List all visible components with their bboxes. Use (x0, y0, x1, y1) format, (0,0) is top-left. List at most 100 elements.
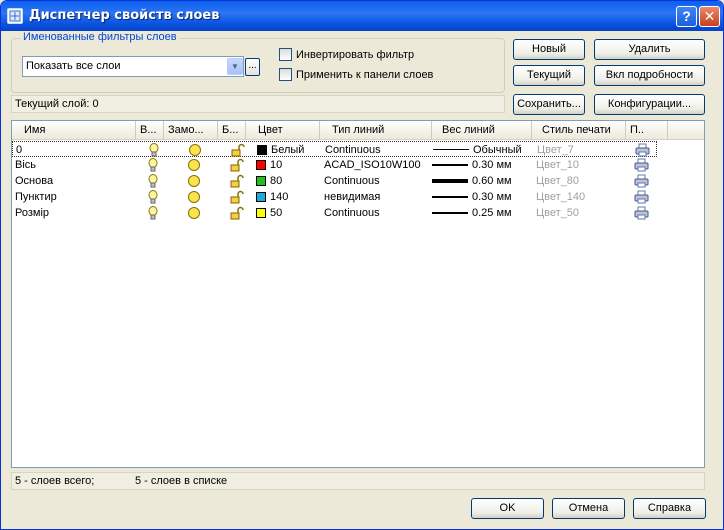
title-bar[interactable]: Диспетчер свойств слоев ? ✕ (1, 1, 723, 31)
listed-layers-text: 5 - слоев в списке (135, 475, 228, 487)
apply-to-toolbar-checkbox[interactable]: Применить к панели слоев (279, 68, 433, 81)
set-current-button[interactable]: Текущий (513, 65, 585, 86)
lineweight-sample (432, 179, 468, 183)
col-lock[interactable]: Б... (218, 121, 246, 140)
color-swatch[interactable] (256, 160, 266, 170)
col-linetype[interactable]: Тип линий (320, 121, 432, 140)
linetype[interactable]: Continuous (324, 206, 380, 220)
color-swatch[interactable] (256, 208, 266, 218)
layer-row[interactable]: Вісь 10 ACAD_ISO10W100 0.30 мм Цвет_10 (12, 157, 704, 173)
plot-style: Цвет_140 (536, 191, 586, 203)
lineweight-sample (432, 164, 468, 166)
help-title-button[interactable]: ? (676, 6, 697, 27)
linetype[interactable]: Continuous (325, 143, 381, 157)
lightbulb-on-icon[interactable] (148, 158, 158, 172)
layer-row[interactable]: Основа 80 Continuous 0.60 мм Цвет_80 (12, 173, 704, 189)
window-title: Диспетчер свойств слоев (29, 8, 220, 23)
thaw-sun-icon[interactable] (188, 207, 200, 219)
layer-row[interactable]: Розмір 50 Continuous 0.25 мм Цвет_50 (12, 205, 704, 221)
layer-list[interactable]: Имя В... Замо... Б... Цвет Тип линий Вес… (11, 120, 705, 468)
lineweight-value[interactable]: 0.60 мм (472, 174, 512, 188)
plot-style: Цвет_80 (536, 175, 580, 187)
save-state-button[interactable]: Сохранить... (513, 94, 585, 115)
color-name[interactable]: 50 (270, 206, 282, 220)
ok-button[interactable]: OK (471, 498, 544, 519)
lightbulb-on-icon[interactable] (148, 206, 158, 220)
printer-icon[interactable] (634, 190, 650, 204)
invert-filter-label: Инвертировать фильтр (296, 48, 415, 61)
unlocked-lock-icon[interactable] (231, 143, 245, 157)
lightbulb-on-icon[interactable] (148, 190, 158, 204)
unlocked-lock-icon[interactable] (230, 174, 244, 188)
col-name[interactable]: Имя (12, 121, 136, 140)
lineweight-sample (432, 212, 468, 214)
col-plot-style[interactable]: Стиль печати (532, 121, 626, 140)
new-layer-button[interactable]: Новый (513, 39, 585, 60)
layer-name[interactable]: Розмір (15, 206, 49, 220)
layer-count-bar: 5 - слоев всего; 5 - слоев в списке (11, 472, 705, 490)
filter-combobox-value: Показать все слои (26, 60, 121, 72)
named-filters-title: Именованные фильтры слоев (21, 31, 179, 43)
help-button[interactable]: Справка (633, 498, 706, 519)
layer-name[interactable]: Основа (15, 174, 53, 188)
close-button[interactable]: ✕ (699, 6, 720, 27)
layer-row[interactable]: 0 Белый Continuous Обычный Цвет_7 (12, 141, 657, 157)
col-plot[interactable]: П.. (626, 121, 668, 140)
lineweight-value[interactable]: Обычный (473, 143, 522, 157)
lineweight-value[interactable]: 0.30 мм (472, 190, 512, 204)
color-swatch[interactable] (256, 192, 266, 202)
color-swatch[interactable] (256, 176, 266, 186)
unlocked-lock-icon[interactable] (230, 190, 244, 204)
apply-to-toolbar-label: Применить к панели слоев (296, 68, 434, 81)
thaw-sun-icon[interactable] (189, 144, 201, 156)
linetype[interactable]: невидимая (324, 190, 380, 204)
lineweight-value[interactable]: 0.30 мм (472, 158, 512, 172)
linetype[interactable]: ACAD_ISO10W100 (324, 158, 421, 172)
layer-name[interactable]: 0 (16, 143, 22, 157)
printer-icon[interactable] (634, 158, 650, 172)
invert-filter-checkbox[interactable]: Инвертировать фильтр (279, 48, 414, 61)
printer-icon[interactable] (634, 206, 650, 220)
col-lineweight[interactable]: Вес линий (432, 121, 532, 140)
current-layer-bar: Текущий слой: 0 (11, 95, 505, 113)
col-freeze[interactable]: Замо... (164, 121, 218, 140)
show-details-button[interactable]: Вкл подробности (594, 65, 705, 86)
lineweight-sample (432, 196, 468, 198)
thaw-sun-icon[interactable] (188, 159, 200, 171)
printer-icon[interactable] (635, 143, 651, 157)
thaw-sun-icon[interactable] (188, 191, 200, 203)
current-layer-text: Текущий слой: 0 (15, 98, 99, 110)
color-swatch[interactable] (257, 145, 267, 155)
unlocked-lock-icon[interactable] (230, 206, 244, 220)
filter-browse-button[interactable]: ... (245, 58, 260, 76)
delete-layer-button[interactable]: Удалить (594, 39, 705, 60)
lightbulb-on-icon[interactable] (148, 174, 158, 188)
lightbulb-on-icon[interactable] (149, 143, 159, 157)
plot-style: Цвет_10 (536, 159, 580, 171)
color-name[interactable]: 140 (270, 190, 288, 204)
layer-name[interactable]: Пунктир (15, 190, 57, 204)
checkbox-box[interactable] (279, 68, 292, 81)
printer-icon[interactable] (634, 174, 650, 188)
layer-properties-dialog: Диспетчер свойств слоев ? ✕ Именованные … (0, 0, 724, 530)
layer-row[interactable]: Пунктир 140 невидимая 0.30 мм Цвет_140 (12, 189, 704, 205)
plot-style: Цвет_50 (536, 207, 580, 219)
unlocked-lock-icon[interactable] (230, 158, 244, 172)
app-icon (7, 8, 23, 24)
color-name[interactable]: 80 (270, 174, 282, 188)
color-name[interactable]: Белый (271, 143, 304, 157)
checkbox-box[interactable] (279, 48, 292, 61)
col-color[interactable]: Цвет (246, 121, 320, 140)
total-layers-text: 5 - слоев всего; (15, 475, 95, 487)
cancel-button[interactable]: Отмена (552, 498, 625, 519)
configurations-button[interactable]: Конфигурации... (594, 94, 705, 115)
col-on[interactable]: В... (136, 121, 164, 140)
filter-combobox[interactable]: Показать все слои ▼ (22, 56, 244, 77)
plot-style: Цвет_7 (537, 144, 574, 156)
linetype[interactable]: Continuous (324, 174, 380, 188)
thaw-sun-icon[interactable] (188, 175, 200, 187)
color-name[interactable]: 10 (270, 158, 282, 172)
lineweight-value[interactable]: 0.25 мм (472, 206, 512, 220)
chevron-down-icon[interactable]: ▼ (227, 58, 243, 75)
layer-name[interactable]: Вісь (15, 158, 36, 172)
